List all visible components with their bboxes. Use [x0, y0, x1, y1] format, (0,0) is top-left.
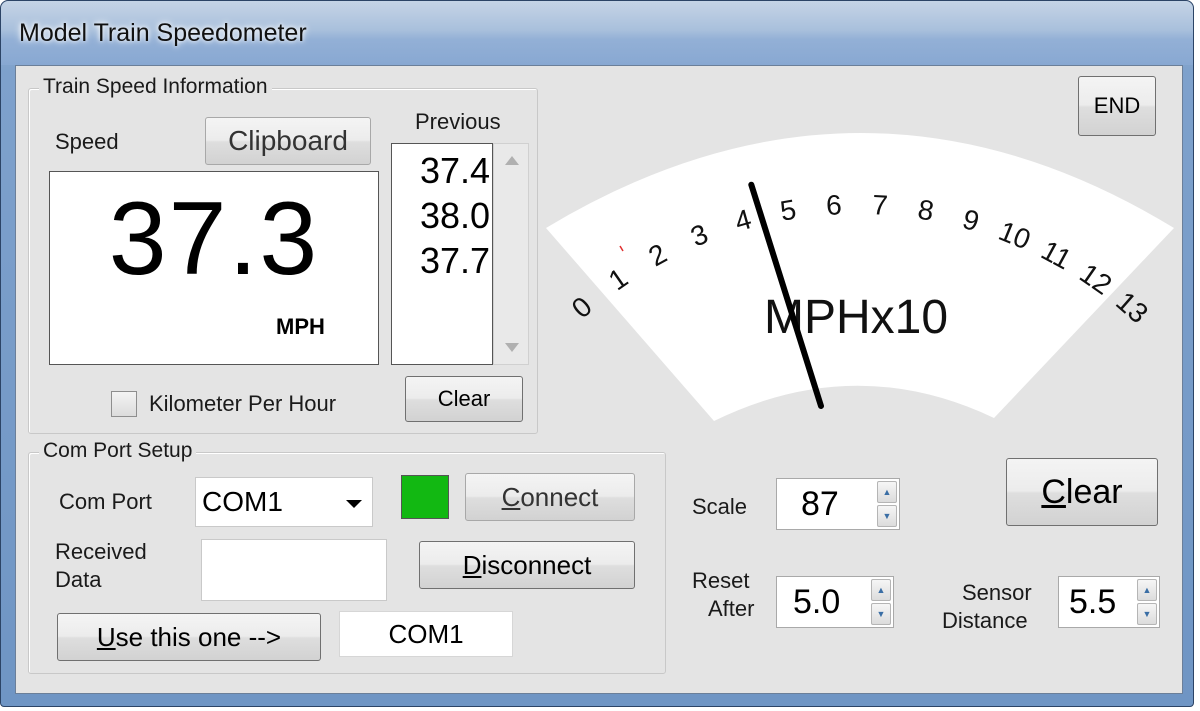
clear-button-label: Clear [1041, 473, 1122, 512]
connect-label-rest: onnect [520, 481, 599, 512]
disconnect-label-rest: isconnect [481, 549, 592, 580]
kph-checkbox[interactable] [111, 391, 137, 417]
received-data-label-line2: Data [55, 567, 102, 592]
clear-previous-button[interactable]: Clear [405, 376, 523, 422]
use-this-one-label: Use this one --> [97, 622, 281, 653]
clear-label-rest: lear [1065, 472, 1123, 511]
connect-button-label: Connect [502, 482, 599, 513]
title-bar[interactable]: Model Train Speedometer [1, 1, 1193, 65]
kph-label[interactable]: Kilometer Per Hour [149, 391, 336, 417]
use-accel-key: U [96, 621, 116, 652]
previous-list[interactable]: 37.4 38.0 37.7 [391, 143, 493, 365]
sensor-distance-label-line2: Distance [942, 608, 1028, 633]
selected-port-value: COM1 [388, 618, 464, 649]
spin-up-icon[interactable]: ▲ [1137, 579, 1157, 601]
spin-up-icon[interactable]: ▲ [877, 481, 897, 503]
reset-after-label-line2: After [708, 596, 755, 621]
com-port-group-title: Com Port Setup [39, 439, 197, 463]
scale-value[interactable]: 87 [801, 479, 839, 529]
end-button-label: END [1093, 93, 1141, 118]
clipboard-button[interactable]: Clipboard [205, 117, 371, 165]
speed-value: 37.3 [108, 181, 320, 297]
sensor-distance-value[interactable]: 5.5 [1069, 577, 1116, 627]
train-speed-group: Train Speed Information Speed Clipboard … [28, 75, 538, 434]
speedometer-gauge: 0123 4 5 6 7 8 9 10 111213 MPHx10 [546, 133, 1174, 421]
speed-label: Speed [55, 129, 119, 154]
client-area: Train Speed Information Speed Clipboard … [15, 65, 1183, 694]
speed-display: 37.3 MPH [49, 171, 379, 365]
scroll-up-icon[interactable] [505, 156, 519, 165]
com-port-label: Com Port [59, 489, 152, 514]
received-data-label-line1: Received [55, 539, 147, 564]
selected-port-display: COM1 [339, 611, 513, 657]
scale-spinner[interactable]: 87 ▲ ▼ [776, 478, 900, 530]
previous-item[interactable]: 37.4 [420, 150, 490, 192]
connect-button[interactable]: Connect [465, 473, 635, 521]
disconnect-button-label: Disconnect [463, 550, 592, 581]
window-title: Model Train Speedometer [19, 19, 307, 47]
previous-scrollbar[interactable] [493, 143, 529, 365]
sensor-distance-spinner[interactable]: 5.5 ▲ ▼ [1058, 576, 1160, 628]
gauge-tick-0: 0 [566, 291, 598, 325]
previous-item[interactable]: 38.0 [420, 195, 490, 237]
disconnect-button[interactable]: Disconnect [419, 541, 635, 589]
com-port-dropdown-value: COM1 [202, 486, 283, 517]
gauge-tick-7: 7 [871, 189, 888, 221]
scroll-down-icon[interactable] [505, 343, 519, 352]
train-speed-group-title: Train Speed Information [39, 75, 272, 99]
use-this-one-button[interactable]: Use this one --> [57, 613, 321, 661]
chevron-down-icon[interactable] [346, 500, 362, 508]
previous-item[interactable]: 37.7 [420, 240, 490, 282]
clear-previous-label: Clear [437, 386, 491, 411]
reset-after-spinner-arrows[interactable]: ▲ ▼ [871, 579, 891, 625]
spin-up-icon[interactable]: ▲ [871, 579, 891, 601]
gauge-tick-13: 13 [1110, 285, 1154, 329]
sensor-distance-label-line1: Sensor [962, 580, 1032, 605]
com-port-group: Com Port Setup Com Port COM1 Connect Rec… [28, 439, 666, 674]
received-data-field[interactable] [201, 539, 387, 601]
speed-unit: MPH [276, 314, 325, 339]
spin-down-icon[interactable]: ▼ [871, 603, 891, 625]
scale-spinner-arrows[interactable]: ▲ ▼ [877, 481, 897, 527]
reset-after-label-line1: Reset [692, 568, 750, 593]
clear-accel-key: C [1041, 472, 1066, 511]
clipboard-button-label: Clipboard [228, 125, 348, 156]
previous-label: Previous [415, 109, 501, 134]
use-label-rest: se this one --> [115, 621, 282, 652]
connection-status-indicator [401, 475, 449, 519]
spin-down-icon[interactable]: ▼ [1137, 603, 1157, 625]
reset-after-spinner[interactable]: 5.0 ▲ ▼ [776, 576, 894, 628]
connect-accel-key: C [501, 481, 521, 512]
scale-label: Scale [692, 494, 748, 519]
clear-button[interactable]: Clear [1006, 458, 1158, 526]
reset-after-value[interactable]: 5.0 [793, 577, 840, 627]
app-window: Model Train Speedometer Train Speed Info… [0, 0, 1194, 707]
disconnect-accel-key: D [462, 549, 482, 580]
sensor-distance-spinner-arrows[interactable]: ▲ ▼ [1137, 579, 1157, 625]
gauge-tick-6: 6 [825, 189, 842, 221]
com-port-dropdown[interactable]: COM1 [195, 477, 373, 527]
end-button[interactable]: END [1078, 76, 1156, 136]
spin-down-icon[interactable]: ▼ [877, 505, 897, 527]
